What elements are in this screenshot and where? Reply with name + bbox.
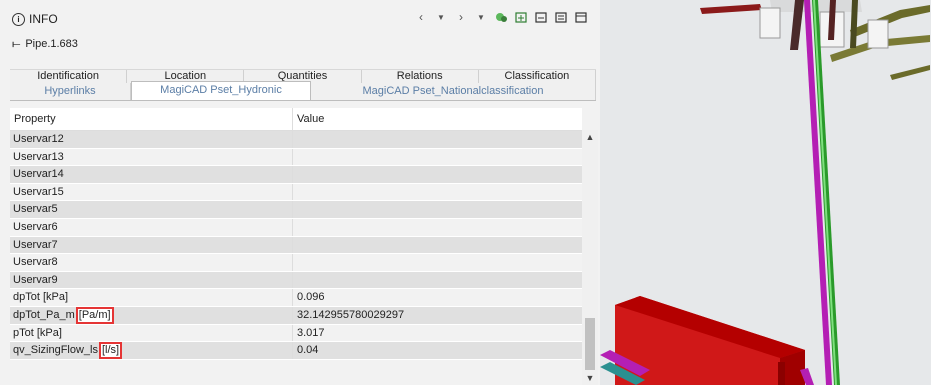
value-cell <box>293 254 582 271</box>
value-cell <box>293 201 582 218</box>
table-row[interactable]: Uservar14 <box>10 166 582 184</box>
value-cell <box>293 237 582 254</box>
property-cell: Uservar9 <box>10 271 293 289</box>
property-cell: Uservar6 <box>10 218 293 236</box>
value-cell: 0.04 <box>297 344 319 357</box>
property-cell: Uservar14 <box>10 166 293 183</box>
property-cell: dpTot [kPa] <box>10 289 293 306</box>
3d-model-view <box>600 0 931 385</box>
value-cell <box>293 272 582 289</box>
element-name-text: Pipe.1.683 <box>25 38 78 50</box>
property-name: qv_SizingFlow_ls <box>13 344 98 357</box>
tab-magicad-pset-hydronic[interactable]: MagiCAD Pset_Hydronic <box>131 81 311 100</box>
collapse-all-icon[interactable] <box>554 10 568 24</box>
scrollbar-thumb[interactable] <box>585 318 595 370</box>
table-row[interactable]: dpTot [kPa] 0.096 <box>10 289 582 307</box>
column-header-property[interactable]: Property <box>10 108 293 130</box>
panel-title-text: INFO <box>29 12 58 26</box>
property-cell: pTot [kPa] <box>10 324 293 342</box>
property-cell: dpTot_Pa_m [Pa/m] <box>10 306 293 324</box>
table-row[interactable]: Uservar12 <box>10 131 582 149</box>
table-row[interactable]: Uservar7 <box>10 236 582 255</box>
table-row[interactable]: pTot [kPa] 3.017 <box>10 324 582 343</box>
column-header-value[interactable]: Value <box>293 108 582 130</box>
vertical-scrollbar[interactable]: ▲ ▼ <box>582 130 598 385</box>
property-cell: Uservar5 <box>10 201 293 218</box>
tab-relations[interactable]: Relations <box>362 70 479 83</box>
scroll-up-icon[interactable]: ▲ <box>582 132 598 142</box>
tab-hyperlinks[interactable]: Hyperlinks <box>10 83 131 100</box>
value-cell <box>293 184 582 201</box>
3d-viewport[interactable] <box>600 0 931 385</box>
property-cell: Uservar8 <box>10 254 293 271</box>
tab-classification[interactable]: Classification <box>479 70 597 83</box>
table-row[interactable]: Uservar9 <box>10 271 582 290</box>
scroll-down-icon[interactable]: ▼ <box>582 373 598 383</box>
window-icon[interactable] <box>574 10 588 24</box>
table-row[interactable]: Uservar15 <box>10 183 582 202</box>
dropdown-icon[interactable]: ▼ <box>474 10 488 24</box>
property-cell: Uservar15 <box>10 183 293 201</box>
property-name: dpTot_Pa_m <box>13 308 75 321</box>
value-cell: 32.142955780029297 <box>297 308 405 321</box>
property-cell: Uservar13 <box>10 148 293 166</box>
table-row[interactable]: Uservar13 <box>10 148 582 167</box>
property-grid: Property Value Uservar12 Uservar13 Userv… <box>10 108 582 360</box>
chevron-down-icon[interactable]: ▼ <box>434 10 448 24</box>
value-cell <box>293 131 582 148</box>
table-row[interactable]: qv_SizingFlow_ls [l/s] 0.04 <box>10 342 582 360</box>
panel-toolbar: ‹ ▼ › ▼ <box>414 10 588 24</box>
chevron-right-icon[interactable]: › <box>454 10 468 24</box>
tab-row-2: Hyperlinks MagiCAD Pset_Hydronic MagiCAD… <box>10 81 596 101</box>
pipe-icon: ⟝ <box>12 38 21 50</box>
value-cell <box>293 219 582 236</box>
table-row[interactable]: dpTot_Pa_m [Pa/m] 32.142955780029297 <box>10 306 582 325</box>
info-panel: i INFO ⟝ Pipe.1.683 ‹ ▼ › ▼ Identificati… <box>0 0 600 385</box>
table-row[interactable]: Uservar8 <box>10 254 582 272</box>
info-icon: i <box>12 12 25 26</box>
property-cell: qv_SizingFlow_ls [l/s] <box>10 342 293 359</box>
value-cell <box>293 149 582 166</box>
tab-magicad-pset-nationalclassification[interactable]: MagiCAD Pset_Nationalclassification <box>311 83 596 100</box>
collapse-icon[interactable] <box>534 10 548 24</box>
property-cell: Uservar7 <box>10 236 293 254</box>
highlighted-unit: [Pa/m] <box>75 306 114 324</box>
filter-icon[interactable] <box>494 10 508 24</box>
property-cell: Uservar12 <box>10 131 293 148</box>
value-cell: 3.017 <box>297 326 325 339</box>
highlighted-unit: [l/s] <box>98 342 123 359</box>
expand-icon[interactable] <box>514 10 528 24</box>
grid-header: Property Value <box>10 108 582 131</box>
value-cell: 0.096 <box>297 291 325 304</box>
element-name: ⟝ Pipe.1.683 <box>12 38 78 50</box>
table-row[interactable]: Uservar6 <box>10 218 582 237</box>
value-cell <box>293 166 582 183</box>
table-row[interactable]: Uservar5 <box>10 201 582 219</box>
panel-title: i INFO <box>12 12 58 26</box>
tab-identification[interactable]: Identification <box>10 70 128 83</box>
chevron-left-icon[interactable]: ‹ <box>414 10 428 24</box>
